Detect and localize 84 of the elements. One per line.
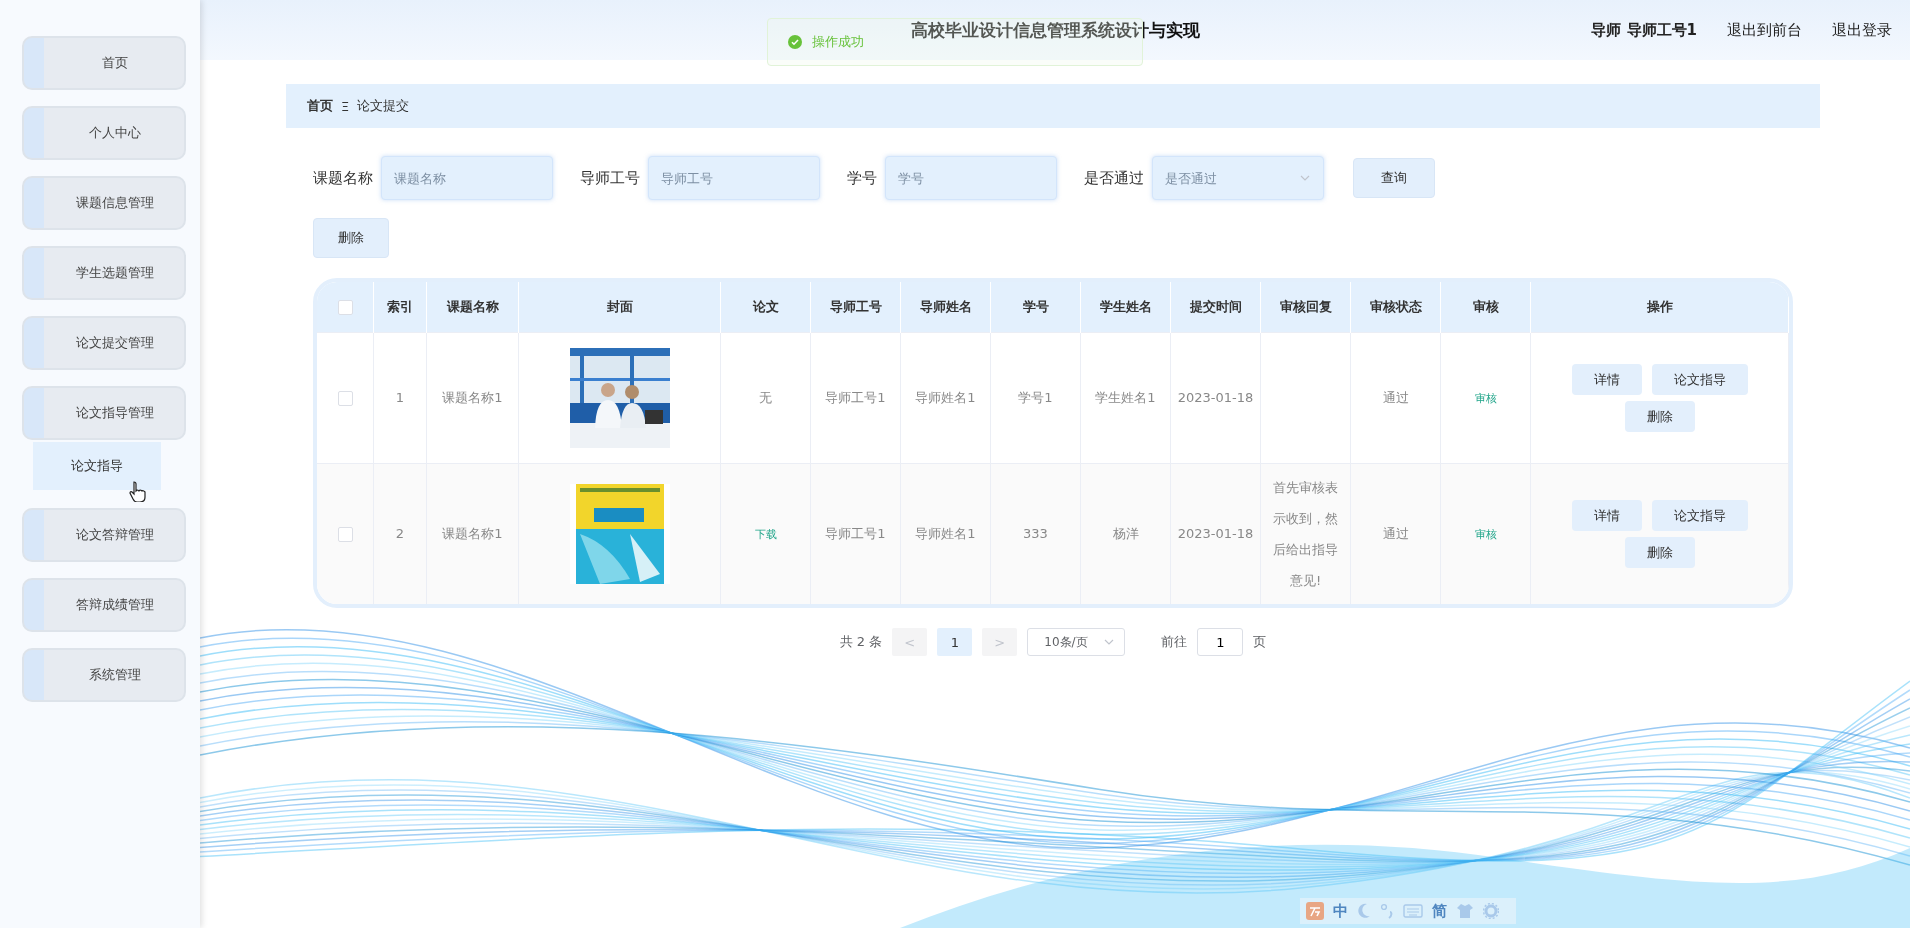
nav-item[interactable]: 个人中心 — [22, 106, 186, 160]
goto-label: 前往 — [1161, 633, 1188, 651]
cursor-icon — [128, 480, 146, 502]
breadcrumb-separator: Ξ — [341, 98, 350, 114]
user-label: 导师 导师工号1 — [1591, 20, 1697, 40]
table-cell: 导师姓名1 — [915, 526, 976, 541]
nav-item[interactable]: 论文提交管理 — [22, 316, 186, 370]
table-cell: 无 — [759, 390, 772, 405]
chevron-icon — [1300, 175, 1310, 181]
input-field[interactable]: 课题名称 — [381, 156, 553, 200]
input-field[interactable]: 导师工号 — [648, 156, 820, 200]
table-cell: 通过 — [1382, 526, 1409, 541]
action-button[interactable]: 论文指导 — [1651, 500, 1748, 531]
page-input[interactable]: 1 — [1197, 628, 1244, 656]
column-header: 导师工号 — [829, 299, 882, 314]
column-header: 索引 — [387, 299, 413, 314]
nav-item[interactable]: 课题信息管理 — [22, 176, 186, 230]
breadcrumb-item: 论文提交 — [357, 97, 410, 115]
action-button[interactable]: 论文指导 — [1651, 364, 1748, 395]
checkbox[interactable] — [337, 527, 353, 542]
select-field[interactable]: 是否通过 — [1152, 156, 1324, 200]
action-button[interactable]: 详情 — [1571, 364, 1642, 395]
table-cell: 导师工号1 — [825, 526, 886, 541]
table-cell: 杨洋 — [1112, 526, 1139, 541]
nav-item[interactable]: 论文答辩管理 — [22, 508, 186, 562]
total-count: 共 2 条 — [839, 633, 883, 651]
page-size-select[interactable]: 10条/页 — [1027, 628, 1126, 656]
chevron-icon — [1104, 639, 1115, 645]
checkbox[interactable] — [337, 300, 353, 315]
nav-item[interactable]: 学生选题管理 — [22, 246, 186, 300]
keyboard-icon — [1403, 904, 1423, 918]
success-icon — [788, 35, 802, 49]
field-label: 学号 — [847, 168, 877, 188]
column-header: 学生姓名 — [1099, 299, 1152, 314]
field-label: 导师工号 — [580, 168, 640, 188]
column-header: 审核回复 — [1279, 299, 1332, 314]
column-header: 导师姓名 — [919, 299, 972, 314]
window-title: 高校毕业设计信息管理系统设计与实现 — [910, 18, 1200, 42]
table-cell: 导师姓名1 — [915, 390, 976, 405]
header-link[interactable]: 退出到前台 — [1727, 20, 1802, 40]
table-cell: 导师工号1 — [825, 390, 886, 405]
table-cell: 课题名称1 — [442, 526, 503, 541]
table-cell: 2023-01-18 — [1177, 526, 1254, 541]
field-label: 课题名称 — [313, 168, 373, 188]
table-cell: 首先审核表示收到，然后给出指导意见! — [1273, 480, 1338, 588]
page-suffix: 页 — [1253, 633, 1267, 651]
logo-icon — [1306, 902, 1324, 920]
breadcrumb-item[interactable]: 首页 — [307, 97, 333, 115]
table-cell: 2023-01-18 — [1177, 390, 1254, 405]
page-button[interactable]: 1 — [937, 628, 973, 656]
column-header: 审核 — [1472, 299, 1499, 314]
column-header: 提交时间 — [1189, 299, 1242, 314]
header-link[interactable]: 退出登录 — [1832, 20, 1892, 40]
nav-item[interactable]: 系统管理 — [22, 648, 186, 702]
table-cell: 学生姓名1 — [1095, 390, 1156, 405]
delete-button[interactable]: 删除 — [313, 218, 389, 258]
action-button[interactable]: 删除 — [1624, 537, 1695, 568]
nav-item[interactable]: 首页 — [22, 36, 186, 90]
table-cell: 通过 — [1382, 390, 1409, 405]
column-header: 课题名称 — [446, 299, 499, 314]
column-header: 操作 — [1646, 299, 1673, 314]
table-cell: 课题名称1 — [442, 390, 503, 405]
moon-icon — [1357, 903, 1371, 919]
nav-item[interactable]: 答辩成绩管理 — [22, 578, 186, 632]
column-header: 审核状态 — [1369, 299, 1422, 314]
column-header: 封面 — [606, 299, 633, 314]
action-button[interactable]: 删除 — [1624, 401, 1695, 432]
field-label: 是否通过 — [1084, 168, 1144, 188]
checkbox[interactable] — [337, 391, 353, 406]
table-cell: 333 — [1023, 526, 1048, 541]
submenu-item[interactable]: 论文指导 — [33, 442, 161, 490]
table-cell: 1 — [395, 390, 405, 405]
search-button[interactable]: 查询 — [1353, 158, 1435, 198]
nav-item[interactable]: 论文指导管理 — [22, 386, 186, 440]
toast-text: 操作成功 — [812, 33, 864, 51]
table-cell: 学号1 — [1018, 390, 1053, 405]
settings-icon — [1483, 903, 1499, 919]
shirt-icon — [1456, 903, 1474, 919]
action-button[interactable]: 详情 — [1571, 500, 1642, 531]
input-field[interactable]: 学号 — [885, 156, 1057, 200]
punctuation-icon — [1380, 903, 1394, 919]
table-cell: 2 — [395, 526, 405, 541]
column-header: 论文 — [752, 299, 779, 314]
column-header: 学号 — [1022, 299, 1049, 314]
